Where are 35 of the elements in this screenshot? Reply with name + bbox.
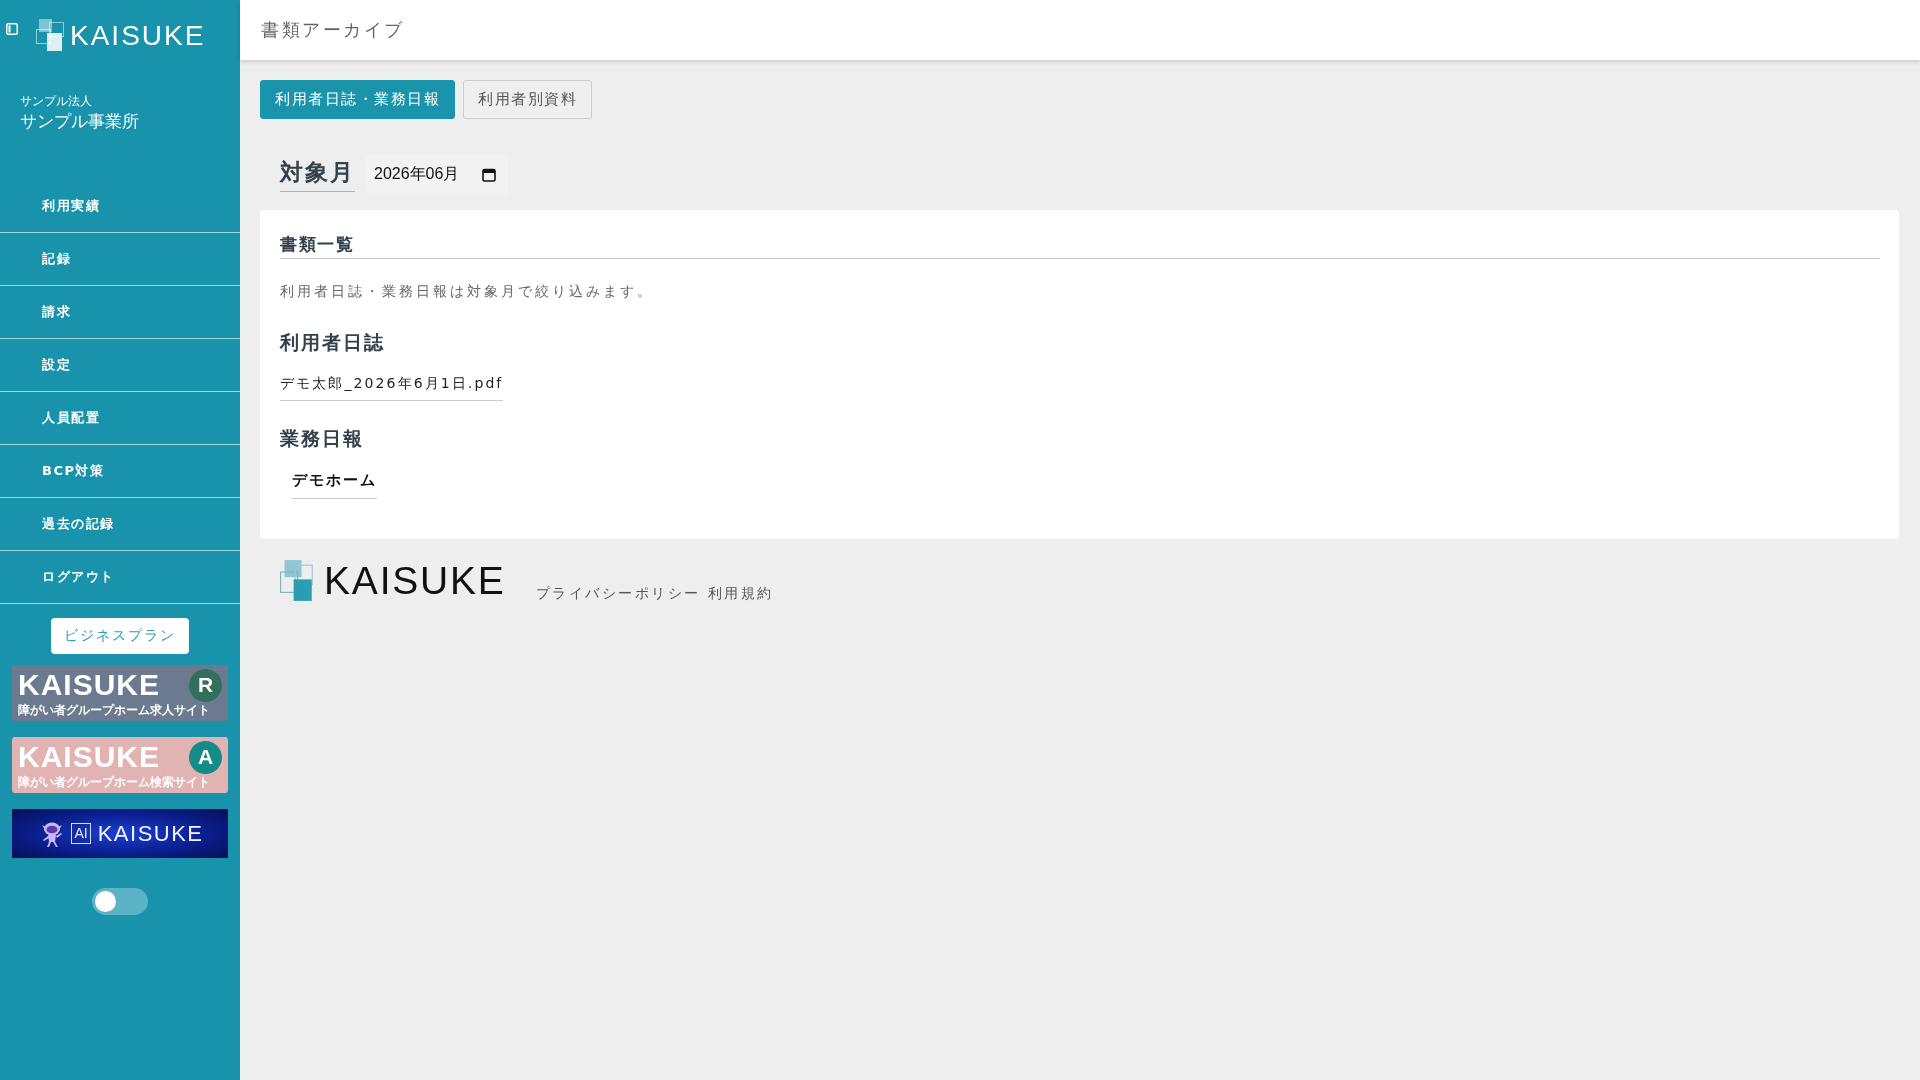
calendar-icon[interactable] bbox=[482, 167, 496, 182]
panel-icon[interactable] bbox=[6, 23, 18, 35]
banner-title: KAISUKE bbox=[97, 820, 204, 847]
footer-link[interactable]: プライバシーポリシー bbox=[535, 583, 701, 603]
logo-text: KAISUKE bbox=[324, 560, 506, 601]
footer-link[interactable]: 利用規約 bbox=[707, 583, 774, 603]
banner-link[interactable]: KAISUKE A 障がい者グループホーム検索サイト bbox=[12, 737, 228, 793]
month-field[interactable]: 2026年06月 bbox=[365, 155, 508, 194]
plan-badge: ビジネスプラン bbox=[51, 618, 189, 654]
home-link[interactable]: デモホーム bbox=[292, 470, 377, 499]
banner-link[interactable]: KAISUKE R 障がい者グループホーム求人サイト bbox=[12, 665, 228, 721]
section-heading: 利用者日誌 bbox=[280, 330, 386, 355]
card-title: 書類一覧 bbox=[280, 232, 1880, 259]
letter-badge: R bbox=[189, 668, 222, 702]
page-title: 書類アーカイブ bbox=[261, 18, 405, 42]
banner-subtitle: 障がい者グループホーム求人サイト bbox=[18, 703, 210, 718]
robot-icon bbox=[40, 820, 65, 847]
note-text: 利用者日誌・業務日報は対象月で絞り込みます。 bbox=[280, 282, 655, 301]
banner-subtitle: 障がい者グループホーム検索サイト bbox=[18, 775, 210, 790]
ai-badge: AI bbox=[71, 823, 91, 844]
month-label: 対象月 bbox=[280, 157, 355, 192]
logo-icon bbox=[36, 19, 64, 51]
tab[interactable]: 利用者別資料 bbox=[463, 80, 592, 119]
organization-name: サンプル法人 bbox=[20, 93, 93, 109]
section-heading: 業務日報 bbox=[280, 426, 365, 451]
logo-text: KAISUKE bbox=[70, 20, 206, 52]
tab[interactable]: 利用者日誌・業務日報 bbox=[260, 80, 455, 119]
toggle-switch[interactable] bbox=[92, 888, 148, 915]
file-link[interactable]: デモ太郎_2026年6月1日.pdf bbox=[280, 373, 504, 401]
office-name: サンプル事業所 bbox=[20, 110, 140, 132]
logo-icon bbox=[280, 560, 314, 601]
letter-badge: A bbox=[189, 740, 222, 774]
banner-title: KAISUKE bbox=[18, 741, 161, 774]
banner-link[interactable]: AI KAISUKE bbox=[12, 809, 228, 858]
banner-title: KAISUKE bbox=[18, 669, 161, 702]
